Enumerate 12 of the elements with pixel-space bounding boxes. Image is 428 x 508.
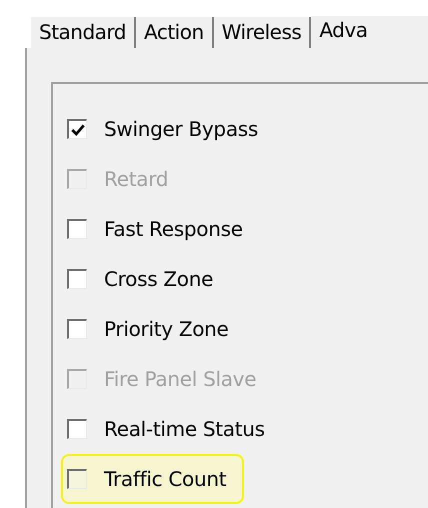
checkbox-label: Priority Zone	[104, 317, 229, 341]
checkbox-label: Swinger Bypass	[104, 117, 258, 141]
tab[interactable]: Wireless	[214, 17, 312, 48]
checkbox-label: Cross Zone	[104, 267, 214, 291]
checkbox-label: Fire Panel Slave	[104, 367, 256, 391]
checkbox-label: Fast Response	[104, 217, 243, 241]
tab[interactable]: Action	[136, 17, 214, 48]
checkbox-label: Retard	[104, 167, 168, 191]
checkbox-label: Real-time Status	[104, 417, 265, 441]
tab[interactable]: Standard	[31, 17, 136, 48]
tab[interactable]: Adva	[311, 16, 428, 48]
checkbox-label: Traffic Count	[104, 467, 226, 491]
